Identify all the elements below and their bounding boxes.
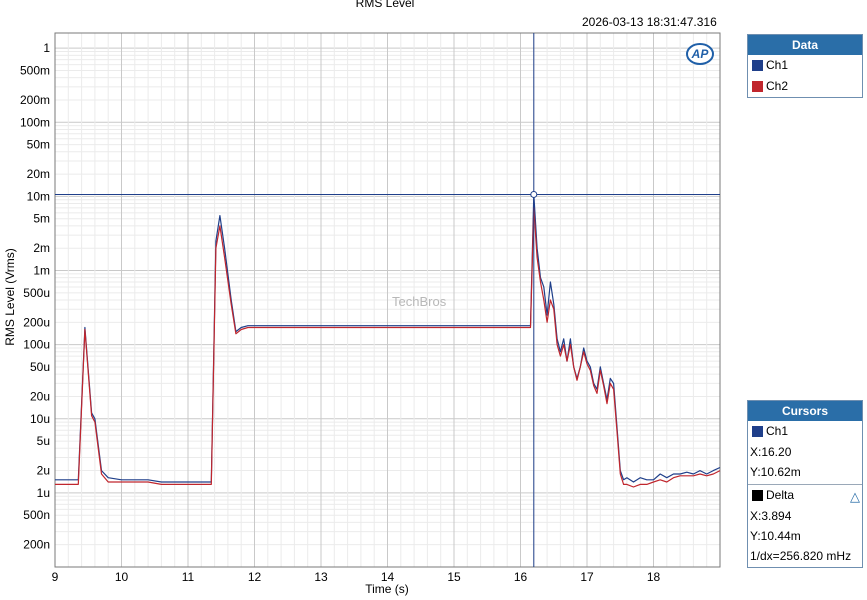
y-tick-label: 200m [20, 93, 50, 107]
data-legend-title: Data [748, 35, 862, 55]
timestamp: 2026-03-13 18:31:47.316 [582, 15, 717, 29]
x-tick-label: 13 [314, 570, 328, 584]
x-tick-label: 11 [182, 570, 195, 584]
cursors-title: Cursors [748, 401, 862, 421]
logo-text: AP [691, 47, 710, 61]
legend-item-ch2[interactable]: Ch2 [748, 76, 862, 97]
watermark: TechBros [392, 294, 447, 309]
rms-level-chart: 1 500m 200m 100m 50m 20m 10m 5m 2m 1m 500u 200u 100u… [3, 32, 721, 596]
delta-triangle-icon[interactable]: △ [850, 486, 860, 507]
x-tick-label: 17 [580, 570, 594, 584]
y-tick-label: 5m [33, 212, 50, 226]
legend-item-ch1[interactable]: Ch1 [748, 55, 862, 76]
x-tick-label: 15 [447, 570, 461, 584]
y-tick-label: 100m [20, 115, 50, 129]
chart-grid [54, 33, 721, 568]
delta-inverse-value: 1/dx=256.820 mHz [750, 549, 852, 563]
cursor-channel[interactable]: Ch1 [748, 421, 862, 442]
y-tick-label: 2m [33, 241, 50, 255]
delta-label: Delta [766, 488, 795, 502]
data-legend-panel: Data Ch1 Ch2 [747, 34, 863, 98]
ap-logo-icon: AP [686, 43, 714, 65]
y-tick-label: 1m [33, 264, 50, 278]
x-tick-label: 12 [248, 570, 262, 584]
y-tick-label: 50m [27, 138, 50, 152]
cursor-channel-swatch [752, 426, 763, 437]
x-tick-label: 10 [115, 570, 129, 584]
x-tick-label: 16 [514, 570, 528, 584]
y-tick-label: 50u [30, 360, 50, 374]
chart-title: RMS Level [355, 0, 415, 10]
y-tick-label: 500n [23, 508, 50, 522]
cursor-y-value: Y:10.62m [750, 465, 801, 479]
ch2-swatch [752, 81, 763, 92]
y-tick-label: 20u [30, 389, 50, 403]
y-tick-label: 200n [23, 538, 50, 552]
delta-swatch [752, 490, 763, 501]
y-axis-label: RMS Level (Vrms) [3, 248, 17, 346]
y-tick-label: 5u [37, 434, 50, 448]
y-tick-label: 10m [27, 189, 50, 203]
delta-x-value: X:3.894 [750, 509, 792, 523]
delta-y-value: Y:10.44m [750, 529, 801, 543]
y-tick-label: 20m [27, 167, 50, 181]
x-tick-label: 9 [52, 570, 59, 584]
x-axis-label: Time (s) [365, 582, 409, 596]
y-tick-label: 2u [37, 464, 50, 478]
y-tick-label: 100u [23, 338, 50, 352]
x-tick-label: 18 [647, 570, 661, 584]
cursor-marker [530, 190, 538, 198]
cursors-panel: Cursors Ch1 X:16.20 Y:10.62m Delta △ X:3… [747, 400, 863, 568]
legend-item-label: Ch2 [766, 79, 789, 93]
cursor-channel-label: Ch1 [766, 424, 789, 438]
legend-item-label: Ch1 [766, 58, 789, 72]
ch1-swatch [752, 60, 763, 71]
y-tick-label: 1 [43, 41, 50, 55]
cursor-delta[interactable]: Delta △ [748, 485, 862, 506]
y-tick-label: 10u [30, 412, 50, 426]
y-tick-label: 200u [23, 315, 50, 329]
y-tick-label: 500m [20, 63, 50, 77]
y-tick-label: 500u [23, 286, 50, 300]
cursor-x-value: X:16.20 [750, 445, 792, 459]
y-tick-label: 1u [37, 486, 50, 500]
